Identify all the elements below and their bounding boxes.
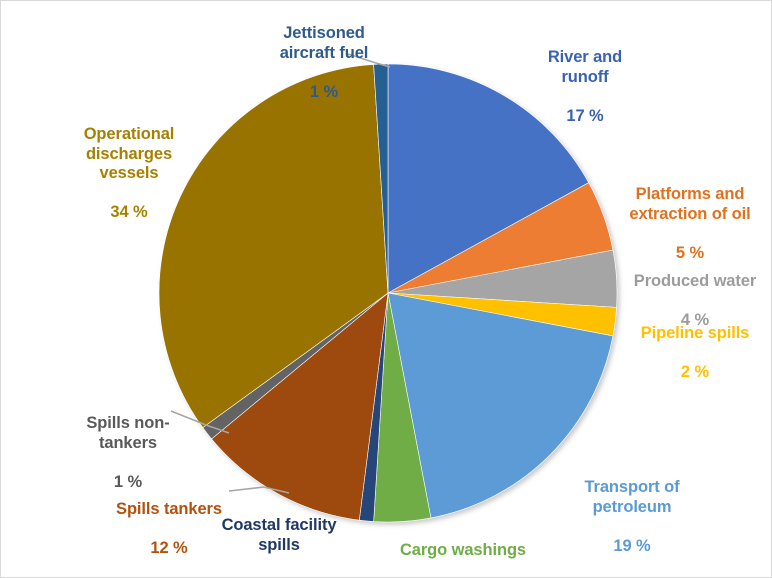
pie-label-cargo-washings: Cargo washings 4 % <box>379 522 547 577</box>
pie-label-value-nontankers: 1 % <box>113 472 143 491</box>
pie-label-river-and-runoff: River and runoff 17 % <box>501 29 669 146</box>
pie-label-text-produced: Produced water <box>633 272 757 291</box>
pie-label-value-river: 17 % <box>566 106 604 125</box>
pie-label-text-nontankers: Spills non- tankers <box>86 414 170 452</box>
pie-label-pipeline-spills: Pipeline spills 2 % <box>617 305 771 402</box>
pie-chart-figure: Jettisoned aircraft fuel 1 % River and r… <box>0 0 772 578</box>
pie-label-value-transport: 19 % <box>613 536 651 555</box>
pie-label-value-pipeline: 2 % <box>680 363 710 382</box>
pie-label-text-transport: Transport of petroleum <box>584 478 680 516</box>
pie-label-transport-of-petroleum: Transport of petroleum 19 % <box>546 459 718 576</box>
pie-label-spills-non-tankers: Spills non- tankers 1 % <box>63 395 193 512</box>
pie-label-jettisoned-aircraft-fuel: Jettisoned aircraft fuel 1 % <box>233 5 415 122</box>
pie-label-text-jettisoned: Jettisoned aircraft fuel <box>279 24 369 62</box>
pie-label-text-pipeline: Pipeline spills <box>640 324 750 343</box>
pie-label-value-tankers: 12 % <box>150 539 188 558</box>
pie-label-text-platforms: Platforms and extraction of oil <box>629 185 751 223</box>
pie-label-text-river: River and runoff <box>547 48 623 86</box>
pie-label-value-jettisoned: 1 % <box>309 82 339 101</box>
pie-label-value-operational: 34 % <box>110 203 148 222</box>
pie-label-text-operational: Operational discharges vessels <box>83 125 175 183</box>
pie-label-text-cargo: Cargo washings <box>399 541 527 560</box>
pie-label-operational-discharges-vessels: Operational discharges vessels 34 % <box>45 106 213 242</box>
